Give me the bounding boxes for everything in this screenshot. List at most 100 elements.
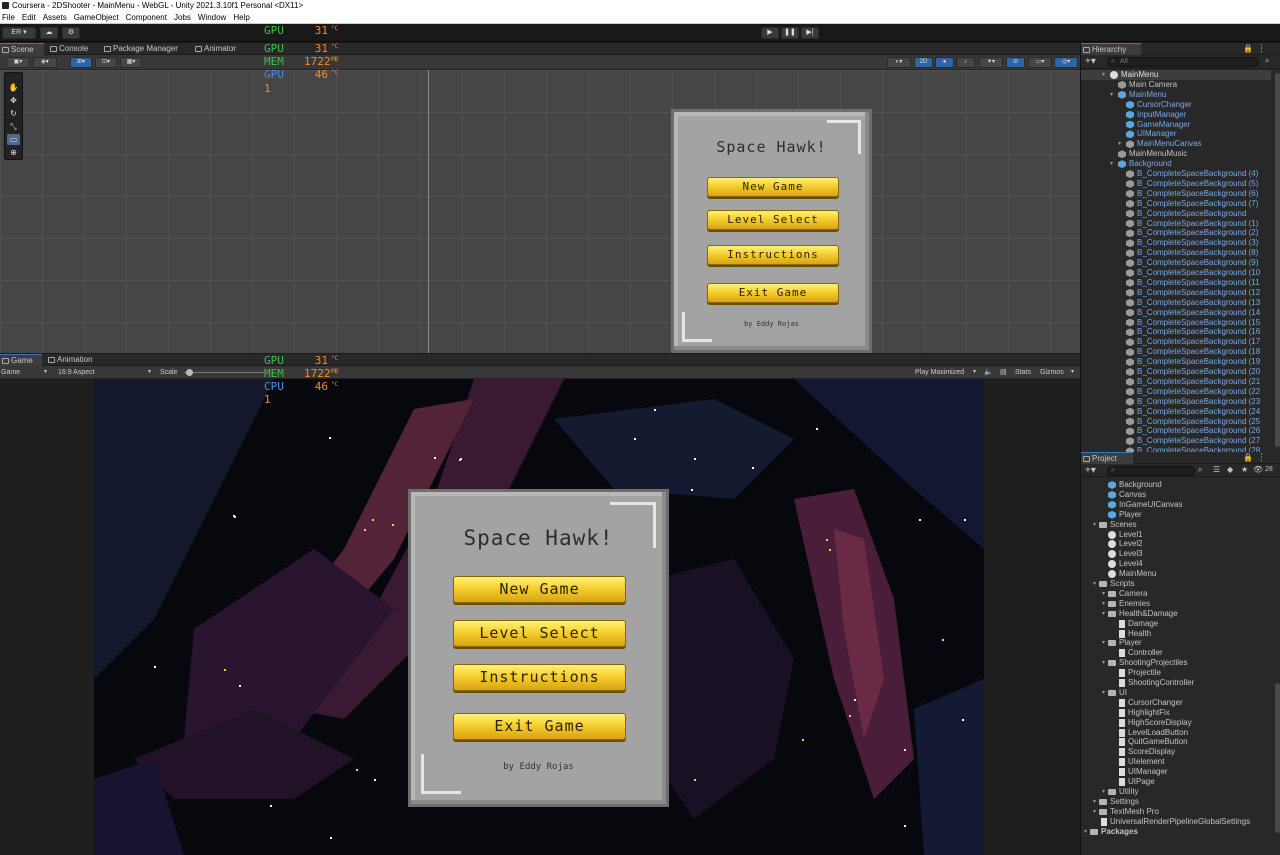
tab-game[interactable]: Game	[0, 354, 42, 366]
project-item[interactable]: HighScoreDisplay	[1119, 718, 1192, 728]
tab-project[interactable]: Project	[1081, 452, 1133, 464]
expand-arrow-icon[interactable]: ▾	[1102, 599, 1105, 609]
project-item[interactable]: InGameUICanvas	[1108, 500, 1183, 510]
step-button[interactable]: ▶|	[801, 27, 819, 39]
menu-gameobject[interactable]: GameObject	[74, 13, 119, 22]
hierarchy-item[interactable]: B_CompleteSpaceBackground (11	[1126, 278, 1260, 288]
project-item[interactable]: ▾ ShootingProjectiles	[1102, 658, 1187, 668]
hierarchy-item[interactable]: B_CompleteSpaceBackground (3)	[1126, 238, 1258, 248]
project-item[interactable]: Level1	[1108, 530, 1143, 540]
expand-arrow-icon[interactable]: ▾	[1093, 579, 1096, 589]
account-dropdown[interactable]: ER ▾	[2, 27, 36, 39]
mute-audio-icon[interactable]: 🔈	[984, 366, 993, 379]
lock-icon[interactable]: 🔒	[1243, 453, 1253, 462]
tab-animator[interactable]: Animator	[193, 43, 245, 55]
hierarchy-item[interactable]: B_CompleteSpaceBackground (14	[1126, 308, 1260, 318]
hierarchy-item[interactable]: B_CompleteSpaceBackground (22	[1126, 387, 1260, 397]
project-item[interactable]: ▾ Utility	[1102, 787, 1139, 797]
cloud-icon[interactable]: ☁	[40, 27, 58, 39]
search-filter-icon[interactable]: ⌕	[1265, 56, 1269, 66]
scene-level-select-button[interactable]: Level Select	[707, 210, 839, 230]
project-scrollbar[interactable]	[1275, 683, 1280, 833]
project-search-input[interactable]: ⌕	[1107, 466, 1195, 476]
rect-tool-icon[interactable]: ▭	[7, 134, 20, 145]
hierarchy-item[interactable]: GameManager	[1126, 120, 1190, 130]
expand-arrow-icon[interactable]: ▾	[1102, 787, 1105, 797]
project-item[interactable]: Canvas	[1108, 490, 1146, 500]
mode-2d-toggle[interactable]: 2D	[914, 57, 933, 68]
project-item[interactable]: QuitGameButton	[1119, 737, 1188, 747]
hierarchy-item[interactable]: B_CompleteSpaceBackground (1)	[1126, 219, 1258, 229]
menu-edit[interactable]: Edit	[22, 13, 36, 22]
project-item[interactable]: ShootingController	[1119, 678, 1194, 688]
project-item[interactable]: ▾ UI	[1102, 688, 1127, 698]
menu-help[interactable]: Help	[233, 13, 249, 22]
pause-button[interactable]: ❚❚	[781, 27, 799, 39]
hierarchy-search-input[interactable]: ⌕ All	[1107, 57, 1259, 67]
menu-component[interactable]: Component	[126, 13, 167, 22]
hierarchy-item[interactable]: B_CompleteSpaceBackground (12	[1126, 288, 1260, 298]
project-list[interactable]: Background Canvas InGameUICanvas Player ▾ Sce…	[1081, 477, 1280, 855]
tab-console[interactable]: Console	[48, 43, 100, 55]
tab-package-manager[interactable]: Package Manager	[102, 43, 190, 55]
hierarchy-item[interactable]: UIManager	[1126, 129, 1177, 139]
hierarchy-item[interactable]: B_CompleteSpaceBackground (13	[1126, 298, 1260, 308]
project-item[interactable]: Level4	[1108, 559, 1143, 569]
menu-file[interactable]: File	[2, 13, 15, 22]
display-dropdown[interactable]: Game	[1, 366, 20, 379]
lighting-toggle-icon[interactable]: ●	[935, 57, 954, 68]
hierarchy-item[interactable]: B_CompleteSpaceBackground (23	[1126, 397, 1260, 407]
more-options-icon[interactable]: ⋮	[1257, 43, 1266, 54]
project-item[interactable]: ▾ Scenes	[1093, 520, 1137, 530]
expand-arrow-icon[interactable]: ▾	[1102, 658, 1105, 668]
aspect-dropdown[interactable]: 16:9 Aspect	[58, 366, 95, 379]
scale-slider-handle[interactable]	[186, 369, 193, 376]
hierarchy-item[interactable]: B_CompleteSpaceBackground	[1126, 209, 1246, 219]
scene-exit-game-button[interactable]: Exit Game	[707, 283, 839, 303]
hierarchy-item[interactable]: B_CompleteSpaceBackground (17	[1126, 337, 1260, 347]
expand-arrow-icon[interactable]: ▾	[1093, 520, 1096, 530]
project-item[interactable]: ▾ Camera	[1102, 589, 1147, 599]
hierarchy-item[interactable]: B_CompleteSpaceBackground (18	[1126, 347, 1260, 357]
play-button[interactable]: ▶	[761, 27, 779, 39]
hierarchy-item[interactable]: MainMenuMusic	[1118, 149, 1187, 159]
project-item[interactable]: ScoreDisplay	[1119, 747, 1175, 757]
expand-arrow-icon[interactable]: ▾	[1093, 807, 1096, 817]
scene-view[interactable]: Space Hawk! New Game Level Select Instru…	[0, 70, 1080, 353]
hierarchy-item[interactable]: B_CompleteSpaceBackground (26	[1126, 426, 1260, 436]
hierarchy-item[interactable]: B_CompleteSpaceBackground (24	[1126, 407, 1260, 417]
gizmos-dropdown[interactable]: ◎▾	[1054, 57, 1078, 68]
hierarchy-item[interactable]: Main Camera	[1118, 80, 1177, 90]
scene-new-game-button[interactable]: New Game	[707, 177, 839, 197]
hierarchy-item[interactable]: CursorChanger	[1126, 100, 1192, 110]
scene-instructions-button[interactable]: Instructions	[707, 245, 839, 265]
scale-tool-icon[interactable]: ⤡	[7, 121, 20, 132]
hierarchy-item[interactable]: ▾ MainMenu	[1081, 70, 1271, 80]
expand-arrow-icon[interactable]: ▾	[1093, 797, 1096, 807]
project-item[interactable]: Projectile	[1119, 668, 1161, 678]
tab-animation[interactable]: Animation	[46, 354, 102, 366]
grid-snap-button[interactable]: ⊞▾	[70, 57, 92, 68]
lock-icon[interactable]: 🔒	[1243, 44, 1253, 53]
hierarchy-item[interactable]: B_CompleteSpaceBackground (21	[1126, 377, 1260, 387]
hierarchy-item[interactable]: ▾ Background	[1110, 159, 1172, 169]
add-icon[interactable]: +▾	[1085, 465, 1096, 476]
project-item[interactable]: LevelLoadButton	[1119, 728, 1188, 738]
collab-icon[interactable]: ⚙	[62, 27, 80, 39]
hierarchy-item[interactable]: B_CompleteSpaceBackground (19	[1126, 357, 1260, 367]
project-item[interactable]: ▾ Packages	[1084, 827, 1138, 837]
project-item[interactable]: UIManager	[1119, 767, 1168, 777]
hidden-packages-icon[interactable]: 👁	[1253, 465, 1263, 474]
project-item[interactable]: UIPage	[1119, 777, 1155, 787]
project-item[interactable]: Level2	[1108, 539, 1143, 549]
project-item[interactable]: Player	[1108, 510, 1142, 520]
play-mode-dropdown[interactable]: Play Maximized	[915, 366, 964, 379]
project-item[interactable]: ▾ Settings	[1093, 797, 1139, 807]
hierarchy-item[interactable]: B_CompleteSpaceBackground (2)	[1126, 228, 1258, 238]
hierarchy-item[interactable]: B_CompleteSpaceBackground (27	[1126, 436, 1260, 446]
expand-arrow-icon[interactable]: ▾	[1110, 90, 1113, 100]
camera-dropdown[interactable]: ▭▾	[1028, 57, 1052, 68]
project-item[interactable]: ▾ TextMesh Pro	[1093, 807, 1159, 817]
expand-arrow-icon[interactable]: ▾	[1084, 827, 1087, 837]
hierarchy-item[interactable]: B_CompleteSpaceBackground (7)	[1126, 199, 1258, 209]
